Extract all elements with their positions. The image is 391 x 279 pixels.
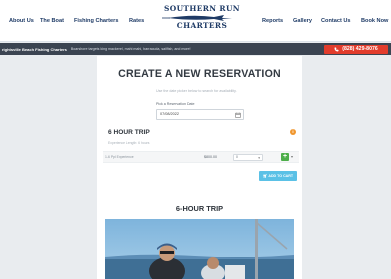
info-bar-text: Boarshore targets king mackerel, mahi ma… xyxy=(70,47,191,51)
phone-number: (828) 429-8076 xyxy=(342,46,378,52)
reservation-card: CREATE A NEW RESERVATION Use the date pi… xyxy=(97,56,302,279)
site-logo[interactable]: SOUTHERN RUN CHARTERS xyxy=(162,4,242,38)
add-to-cart-button[interactable]: 🛒︎ ADD TO CART xyxy=(259,171,297,181)
trip-heading: 6 HOUR TRIP xyxy=(108,129,150,136)
add-to-cart-label: ADD TO CART xyxy=(268,174,294,178)
helper-text: Use the date picker below to search for … xyxy=(156,89,237,93)
top-nav: About Us The Boat Fishing Charters Rates… xyxy=(0,0,391,42)
experience-length: Experience Length: 6 hours xyxy=(108,141,150,145)
nav-link-rates[interactable]: Rates xyxy=(129,18,144,24)
ticket-row: 1-6 Ppl Experience $800.00 0 ▾ + ▾ xyxy=(103,151,299,163)
chevron-down-icon: ▾ xyxy=(258,156,260,160)
quantity-select[interactable]: 0 ▾ xyxy=(233,154,263,161)
ticket-price: $800.00 xyxy=(204,155,217,159)
calendar-icon[interactable] xyxy=(235,112,241,118)
phone-button[interactable]: (828) 429-8076 xyxy=(324,44,388,54)
nav-link-book-now[interactable]: Book Now xyxy=(361,18,388,24)
logo-text-top: SOUTHERN RUN xyxy=(164,4,240,13)
quantity-value: 0 xyxy=(236,155,238,159)
info-icon[interactable]: i xyxy=(290,129,296,135)
nav-link-about-us[interactable]: About Us xyxy=(9,18,34,24)
info-bar: rightsville Beach Fishing Charters Boars… xyxy=(0,43,391,55)
add-quantity-button[interactable]: + xyxy=(281,153,289,161)
info-bar-title: rightsville Beach Fishing Charters xyxy=(2,46,67,52)
nav-link-reports[interactable]: Reports xyxy=(262,18,283,24)
nav-link-gallery[interactable]: Gallery xyxy=(293,18,312,24)
ticket-label: 1-6 Ppl Experience xyxy=(105,155,134,159)
fishing-trip-photo xyxy=(105,219,294,279)
nav-link-contact-us[interactable]: Contact Us xyxy=(321,18,351,24)
nav-link-fishing-charters[interactable]: Fishing Charters xyxy=(74,18,118,24)
cart-icon: 🛒︎ xyxy=(262,174,268,178)
nav-link-the-boat[interactable]: The Boat xyxy=(40,18,64,24)
expand-chevron-icon[interactable]: ▾ xyxy=(291,154,293,159)
reservation-date-input[interactable]: 07/08/2022 xyxy=(156,109,244,120)
marlin-icon xyxy=(162,15,232,21)
phone-icon xyxy=(334,47,339,51)
logo-text-bottom: CHARTERS xyxy=(176,21,228,30)
page-title: CREATE A NEW RESERVATION xyxy=(118,68,281,80)
date-value: 07/08/2022 xyxy=(160,112,180,116)
section-heading: 6-HOUR TRIP xyxy=(175,204,224,213)
date-label: Pick a Reservation Date xyxy=(156,102,195,106)
